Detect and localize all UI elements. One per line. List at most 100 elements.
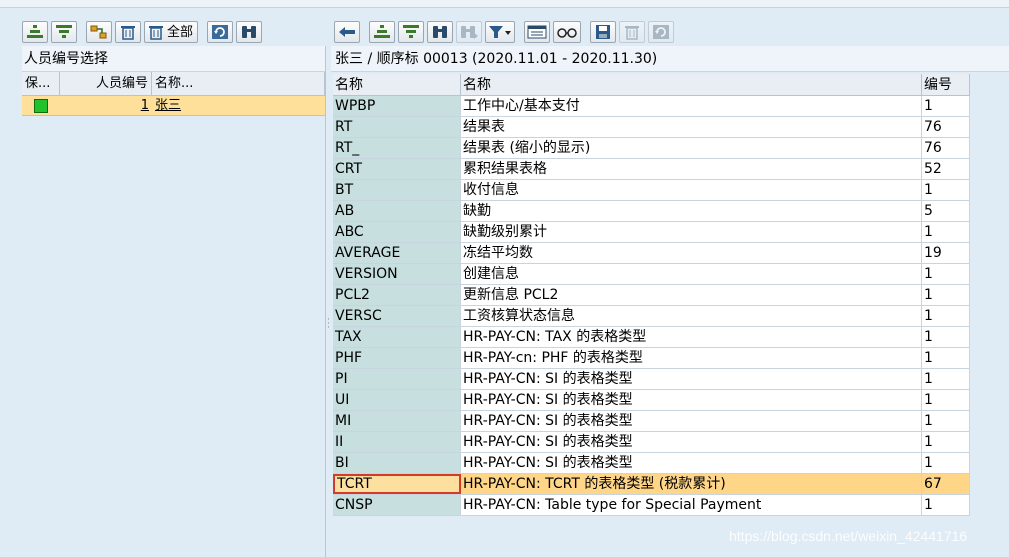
table-row[interactable]: ABC 缺勤级别累计 1 [333, 222, 970, 243]
display-button[interactable] [553, 21, 581, 43]
delete-button[interactable] [115, 21, 141, 43]
table-row[interactable]: PI HR-PAY-CN: SI 的表格类型 1 [333, 369, 970, 390]
cell-description[interactable]: HR-PAY-cn: PHF 的表格类型 [461, 348, 922, 368]
column-header-name[interactable]: 名称 [333, 74, 461, 95]
cell-description[interactable]: 创建信息 [461, 264, 922, 284]
details-button[interactable] [524, 21, 550, 43]
cell-description[interactable]: 收付信息 [461, 180, 922, 200]
table-row[interactable]: PCL2 更新信息 PCL2 1 [333, 285, 970, 306]
cell-description[interactable]: 更新信息 PCL2 [461, 285, 922, 305]
table-row[interactable]: AB 缺勤 5 [333, 201, 970, 222]
expand-all-button[interactable] [86, 21, 112, 43]
cell-name[interactable]: VERSION [333, 264, 461, 284]
table-row[interactable]: UI HR-PAY-CN: SI 的表格类型 1 [333, 390, 970, 411]
cell-number[interactable]: 1 [922, 285, 970, 305]
cell-name[interactable]: TCRT [333, 474, 461, 494]
filter-button[interactable] [51, 21, 77, 43]
table-row[interactable]: TCRT HR-PAY-CN: TCRT 的表格类型 (税款累计) 67 [333, 474, 970, 495]
back-button[interactable] [334, 21, 360, 43]
table-row[interactable]: BT 收付信息 1 [333, 180, 970, 201]
cell-name[interactable]: MI [333, 411, 461, 431]
cell-number[interactable]: 1 [922, 306, 970, 326]
cell-description[interactable]: 累积结果表格 [461, 159, 922, 179]
column-header-save[interactable]: 保... [22, 72, 60, 95]
refresh-button[interactable] [207, 21, 234, 43]
table-row[interactable]: PHF HR-PAY-cn: PHF 的表格类型 1 [333, 348, 970, 369]
splitter-handle[interactable]: · · · [327, 316, 330, 333]
cell-name[interactable]: ABC [333, 222, 461, 242]
cell-description[interactable]: HR-PAY-CN: TCRT 的表格类型 (税款累计) [461, 474, 922, 494]
cell-number[interactable]: 1 [922, 453, 970, 473]
cell-description[interactable]: HR-PAY-CN: SI 的表格类型 [461, 390, 922, 410]
cell-description[interactable]: 冻结平均数 [461, 243, 922, 263]
column-header-name[interactable]: 名称... [152, 72, 325, 95]
cell-description[interactable]: 工作中心/基本支付 [461, 96, 922, 116]
cell-name[interactable]: VERSC [333, 306, 461, 326]
table-row[interactable]: 1 张三 [22, 96, 325, 116]
table-row[interactable]: MI HR-PAY-CN: SI 的表格类型 1 [333, 411, 970, 432]
cell-number[interactable]: 1 [922, 96, 970, 116]
column-header-personnel-number[interactable]: 人员编号 [60, 72, 152, 95]
cell-name[interactable]: WPBP [333, 96, 461, 116]
cell-number[interactable]: 1 [922, 222, 970, 242]
cell-description[interactable]: HR-PAY-CN: SI 的表格类型 [461, 453, 922, 473]
cell-number[interactable]: 1 [922, 348, 970, 368]
cell-description[interactable]: 缺勤 [461, 201, 922, 221]
cell-number[interactable]: 1 [922, 390, 970, 410]
cell-number[interactable]: 1 [922, 327, 970, 347]
cell-name[interactable]: II [333, 432, 461, 452]
save-button[interactable] [590, 21, 616, 43]
delete-all-button[interactable]: 全部 [144, 21, 199, 43]
table-row[interactable]: II HR-PAY-CN: SI 的表格类型 1 [333, 432, 970, 453]
cell-description[interactable]: HR-PAY-CN: TAX 的表格类型 [461, 327, 922, 347]
set-filter-button[interactable] [485, 21, 515, 43]
table-row[interactable]: VERSION 创建信息 1 [333, 264, 970, 285]
cell-number[interactable]: 1 [922, 495, 970, 515]
delete-button[interactable] [619, 21, 645, 43]
column-header-number[interactable]: 编号 [922, 74, 970, 95]
sort-ascending-button[interactable] [22, 21, 48, 43]
cell-description[interactable]: HR-PAY-CN: Table type for Special Paymen… [461, 495, 922, 515]
table-row[interactable]: AVERAGE 冻结平均数 19 [333, 243, 970, 264]
cell-name[interactable]: PI [333, 369, 461, 389]
cell-description[interactable]: HR-PAY-CN: SI 的表格类型 [461, 369, 922, 389]
find-button[interactable] [236, 21, 263, 43]
cell-name[interactable]: RT_ [333, 138, 461, 158]
cell-name[interactable]: AVERAGE [333, 243, 461, 263]
cell-number[interactable]: 1 [922, 411, 970, 431]
cell-name[interactable]: PCL2 [333, 285, 461, 305]
find-button[interactable] [427, 21, 453, 43]
cell-name[interactable]: CRT [333, 159, 461, 179]
cell-number[interactable]: 76 [922, 138, 970, 158]
cell-name[interactable]: AB [333, 201, 461, 221]
cell-number[interactable]: 52 [922, 159, 970, 179]
sort-ascending-button[interactable] [369, 21, 395, 43]
cell-number[interactable]: 1 [922, 264, 970, 284]
cell-name[interactable]: BT [333, 180, 461, 200]
table-row[interactable]: RT_ 结果表 (缩小的显示) 76 [333, 138, 970, 159]
cell-number[interactable]: 1 [922, 432, 970, 452]
refresh-button[interactable] [648, 21, 674, 43]
cell-number[interactable]: 67 [922, 474, 970, 494]
cell-name[interactable]: UI [333, 390, 461, 410]
table-row[interactable]: BI HR-PAY-CN: SI 的表格类型 1 [333, 453, 970, 474]
employee-name-link[interactable]: 张三 [152, 96, 325, 115]
cell-name[interactable]: CNSP [333, 495, 461, 515]
cell-description[interactable]: 工资核算状态信息 [461, 306, 922, 326]
table-row[interactable]: RT 结果表 76 [333, 117, 970, 138]
table-row[interactable]: VERSC 工资核算状态信息 1 [333, 306, 970, 327]
cell-name[interactable]: RT [333, 117, 461, 137]
filter-button[interactable] [398, 21, 424, 43]
cell-number[interactable]: 1 [922, 369, 970, 389]
personnel-number-link[interactable]: 1 [60, 96, 152, 115]
cell-description[interactable]: 结果表 [461, 117, 922, 137]
cell-description[interactable]: HR-PAY-CN: SI 的表格类型 [461, 432, 922, 452]
table-row[interactable]: WPBP 工作中心/基本支付 1 [333, 96, 970, 117]
cell-name[interactable]: PHF [333, 348, 461, 368]
cell-name[interactable]: BI [333, 453, 461, 473]
table-row[interactable]: CNSP HR-PAY-CN: Table type for Special Pa… [333, 495, 970, 516]
cell-number[interactable]: 19 [922, 243, 970, 263]
column-header-description[interactable]: 名称 [461, 74, 922, 95]
table-row[interactable]: TAX HR-PAY-CN: TAX 的表格类型 1 [333, 327, 970, 348]
cell-number[interactable]: 76 [922, 117, 970, 137]
